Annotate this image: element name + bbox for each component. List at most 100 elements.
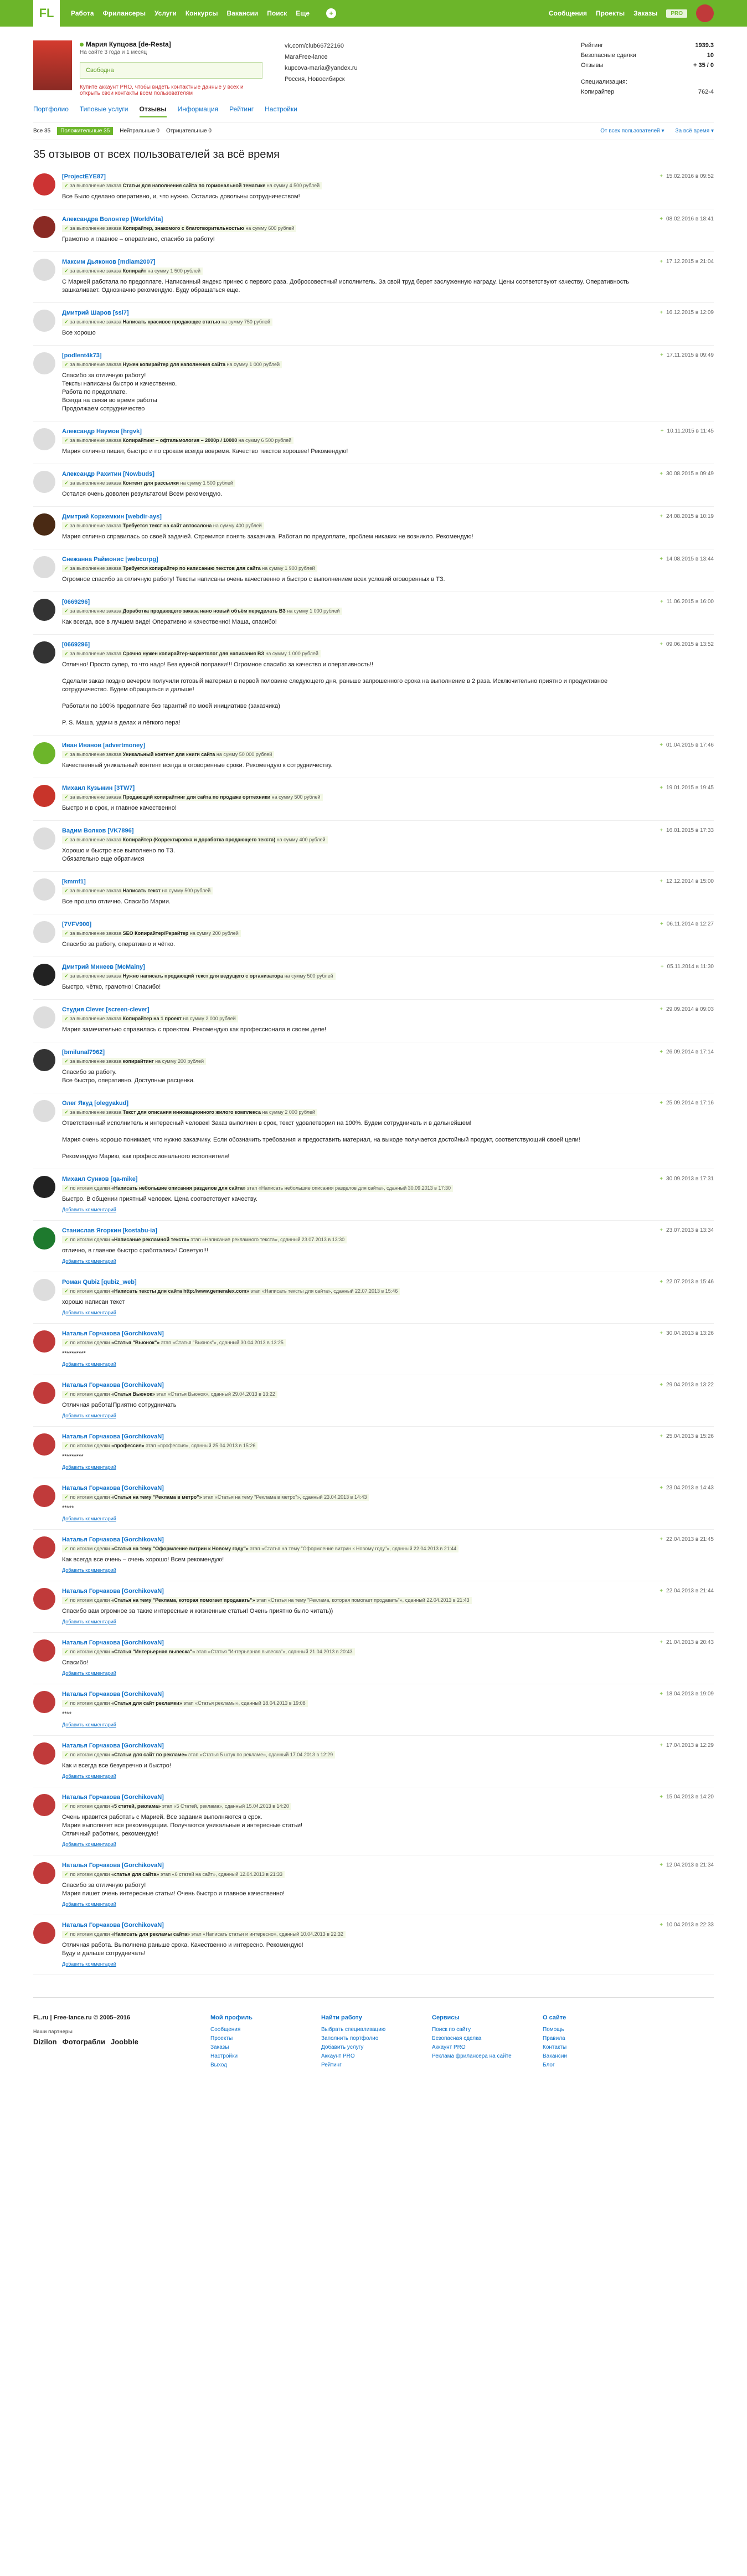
reviewer-name[interactable]: [kmmf1] xyxy=(62,878,636,885)
reviewer-avatar[interactable] xyxy=(33,352,55,374)
project-link[interactable]: «Статья для сайт рекламки» xyxy=(111,1700,182,1706)
footer-link[interactable]: Проекты xyxy=(210,2034,321,2043)
footer-link[interactable]: Рейтинг xyxy=(321,2061,432,2070)
footer-link[interactable]: Заказы xyxy=(210,2043,321,2052)
reviewer-avatar[interactable] xyxy=(33,1922,55,1944)
reviewer-avatar[interactable] xyxy=(33,1279,55,1301)
pro-warning[interactable]: Купите аккаунт PRO, чтобы видеть контакт… xyxy=(80,84,262,96)
add-comment-link[interactable]: Добавить комментарий xyxy=(62,1619,636,1624)
project-link[interactable]: «Статья "Интерьерная вывеска"» xyxy=(111,1649,195,1654)
reviewer-name[interactable]: Дмитрий Шаров [ssi7] xyxy=(62,310,636,316)
reviewer-avatar[interactable] xyxy=(33,1049,55,1071)
project-link[interactable]: «Статья "Вьюнок"» xyxy=(111,1340,159,1345)
reviewer-name[interactable]: [7VFV900] xyxy=(62,921,636,928)
add-comment-link[interactable]: Добавить комментарий xyxy=(62,1207,636,1212)
footer-column-title[interactable]: Найти работу xyxy=(321,2014,432,2021)
project-link[interactable]: Копирайтер, знакомого с благотворительно… xyxy=(123,225,244,231)
reviewer-name[interactable]: Вадим Волков [VK7896] xyxy=(62,827,636,834)
footer-link[interactable]: Аккаунт PRO xyxy=(432,2043,543,2052)
partner-logo[interactable]: Фотограбли xyxy=(63,2038,105,2046)
project-link[interactable]: Статьи для наполнения сайта по гормональ… xyxy=(123,183,266,188)
reviewer-avatar[interactable] xyxy=(33,1794,55,1816)
reviewer-name[interactable]: Михаил Сунков [qa-mike] xyxy=(62,1176,636,1182)
nav-link[interactable]: Конкурсы xyxy=(186,9,218,17)
reviewer-name[interactable]: Дмитрий Коржемкин [webdir-ays] xyxy=(62,513,636,520)
reviewer-name[interactable]: Наталья Горчакова [GorchikovaN] xyxy=(62,1536,636,1543)
reviewer-avatar[interactable] xyxy=(33,310,55,332)
project-link[interactable]: «5 статей, реклама» xyxy=(111,1803,161,1809)
reviewer-name[interactable]: Наталья Горчакова [GorchikovaN] xyxy=(62,1691,636,1698)
nav-link[interactable]: Еще xyxy=(296,9,310,17)
footer-link[interactable]: Заполнить портфолио xyxy=(321,2034,432,2043)
project-link[interactable]: Доработка продающего заказа нано новый о… xyxy=(123,608,286,614)
nav-link[interactable]: Фрилансеры xyxy=(103,9,146,17)
footer-column-title[interactable]: Мой профиль xyxy=(210,2014,321,2021)
reviewer-avatar[interactable] xyxy=(33,827,55,850)
nav-link[interactable]: Поиск xyxy=(267,9,287,17)
reviewer-avatar[interactable] xyxy=(33,1485,55,1507)
profile-status[interactable]: Свободна xyxy=(80,62,262,79)
reviewer-name[interactable]: Наталья Горчакова [GorchikovaN] xyxy=(62,1485,636,1492)
footer-link[interactable]: Вакансии xyxy=(543,2052,653,2061)
reviewer-avatar[interactable] xyxy=(33,1100,55,1122)
partner-logo[interactable]: Joobble xyxy=(111,2038,138,2046)
contact-item[interactable]: MaraFree-lance xyxy=(285,52,418,63)
reviewer-name[interactable]: [0669296] xyxy=(62,599,636,605)
project-link[interactable]: Написать текст xyxy=(123,888,161,893)
reviewer-name[interactable]: Роман Qubiz [qubiz_web] xyxy=(62,1279,636,1286)
project-link[interactable]: «Написание рекламной текста» xyxy=(111,1237,189,1242)
nav-link[interactable]: Работа xyxy=(71,9,94,17)
footer-link[interactable]: Выход xyxy=(210,2061,321,2070)
reviewer-avatar[interactable] xyxy=(33,1588,55,1610)
project-link[interactable]: «Статьи для сайт по рекламе» xyxy=(111,1752,187,1757)
fl-logo[interactable]: FL xyxy=(33,0,60,27)
reviewer-name[interactable]: Александра Волонтер [WorldVita] xyxy=(62,216,636,223)
contact-item[interactable]: vk.com/club66722160 xyxy=(285,40,418,52)
project-link[interactable]: «Статья Вьюнок» xyxy=(111,1391,155,1397)
filter-tab[interactable]: Все 35 xyxy=(33,128,50,134)
project-link[interactable]: Написать красивое продающее статью xyxy=(123,319,220,325)
reviewer-avatar[interactable] xyxy=(33,1862,55,1884)
nav-link[interactable]: Проекты xyxy=(596,9,625,17)
nav-link[interactable]: Услуги xyxy=(154,9,177,17)
project-link[interactable]: Срочно нужен копирайтер-маркетолог для н… xyxy=(123,651,264,656)
project-link[interactable]: «Статья на тему "Реклама в метро"» xyxy=(111,1494,202,1500)
reviewer-avatar[interactable] xyxy=(33,964,55,986)
reviewer-name[interactable]: Наталья Горчакова [GorchikovaN] xyxy=(62,1382,636,1389)
footer-link[interactable]: Безопасная сделка xyxy=(432,2034,543,2043)
partner-logo[interactable]: Dizilon xyxy=(33,2038,57,2046)
reviewer-name[interactable]: Наталья Горчакова [GorchikovaN] xyxy=(62,1330,636,1337)
reviewer-avatar[interactable] xyxy=(33,513,55,536)
reviewer-name[interactable]: [podlent4k73] xyxy=(62,352,636,359)
nav-link[interactable]: Заказы xyxy=(633,9,657,17)
reviewer-name[interactable]: Наталья Горчакова [GorchikovaN] xyxy=(62,1588,636,1595)
footer-link[interactable]: Контакты xyxy=(543,2043,653,2052)
project-link[interactable]: Копирайтер (Корректировка и доработка пр… xyxy=(123,837,276,842)
nav-link[interactable]: Вакансии xyxy=(227,9,259,17)
add-icon[interactable]: + xyxy=(326,8,337,18)
reviewer-name[interactable]: [bmilunal7962] xyxy=(62,1049,636,1056)
reviewer-avatar[interactable] xyxy=(33,1382,55,1404)
tab-3[interactable]: Информация xyxy=(178,105,218,117)
add-comment-link[interactable]: Добавить комментарий xyxy=(62,1670,636,1676)
add-comment-link[interactable]: Добавить комментарий xyxy=(62,1258,636,1264)
reviewer-name[interactable]: Наталья Горчакова [GorchikovaN] xyxy=(62,1742,636,1749)
project-link[interactable]: Текст для описания инновационного жилого… xyxy=(123,1109,261,1115)
reviewer-avatar[interactable] xyxy=(33,1536,55,1559)
filter-tab[interactable]: Отрицательные 0 xyxy=(166,128,212,134)
contact-item[interactable]: kupcova-maria@yandex.ru xyxy=(285,63,418,74)
reviewer-name[interactable]: Наталья Горчакова [GorchikovaN] xyxy=(62,1862,636,1869)
tab-4[interactable]: Рейтинг xyxy=(229,105,254,117)
filter-dropdown[interactable]: От всех пользователей ▾ xyxy=(600,128,664,134)
footer-link[interactable]: Блог xyxy=(543,2061,653,2070)
reviewer-name[interactable]: Александр Наумов [hrgvk] xyxy=(62,428,636,435)
footer-link[interactable]: Поиск по сайту xyxy=(432,2025,543,2034)
project-link[interactable]: Продающий копирайтинг для сайта по прода… xyxy=(123,794,270,800)
reviewer-name[interactable]: Максим Дьяконов [mdiam2007] xyxy=(62,259,636,265)
project-link[interactable]: Копирайтер на 1 проект xyxy=(123,1016,182,1021)
add-comment-link[interactable]: Добавить комментарий xyxy=(62,1567,636,1573)
project-link[interactable]: Нужен копирайтер для наполнения сайта xyxy=(123,362,225,367)
reviewer-avatar[interactable] xyxy=(33,1639,55,1662)
project-link[interactable]: Контент для рассылки xyxy=(123,480,179,486)
add-comment-link[interactable]: Добавить комментарий xyxy=(62,1842,636,1847)
